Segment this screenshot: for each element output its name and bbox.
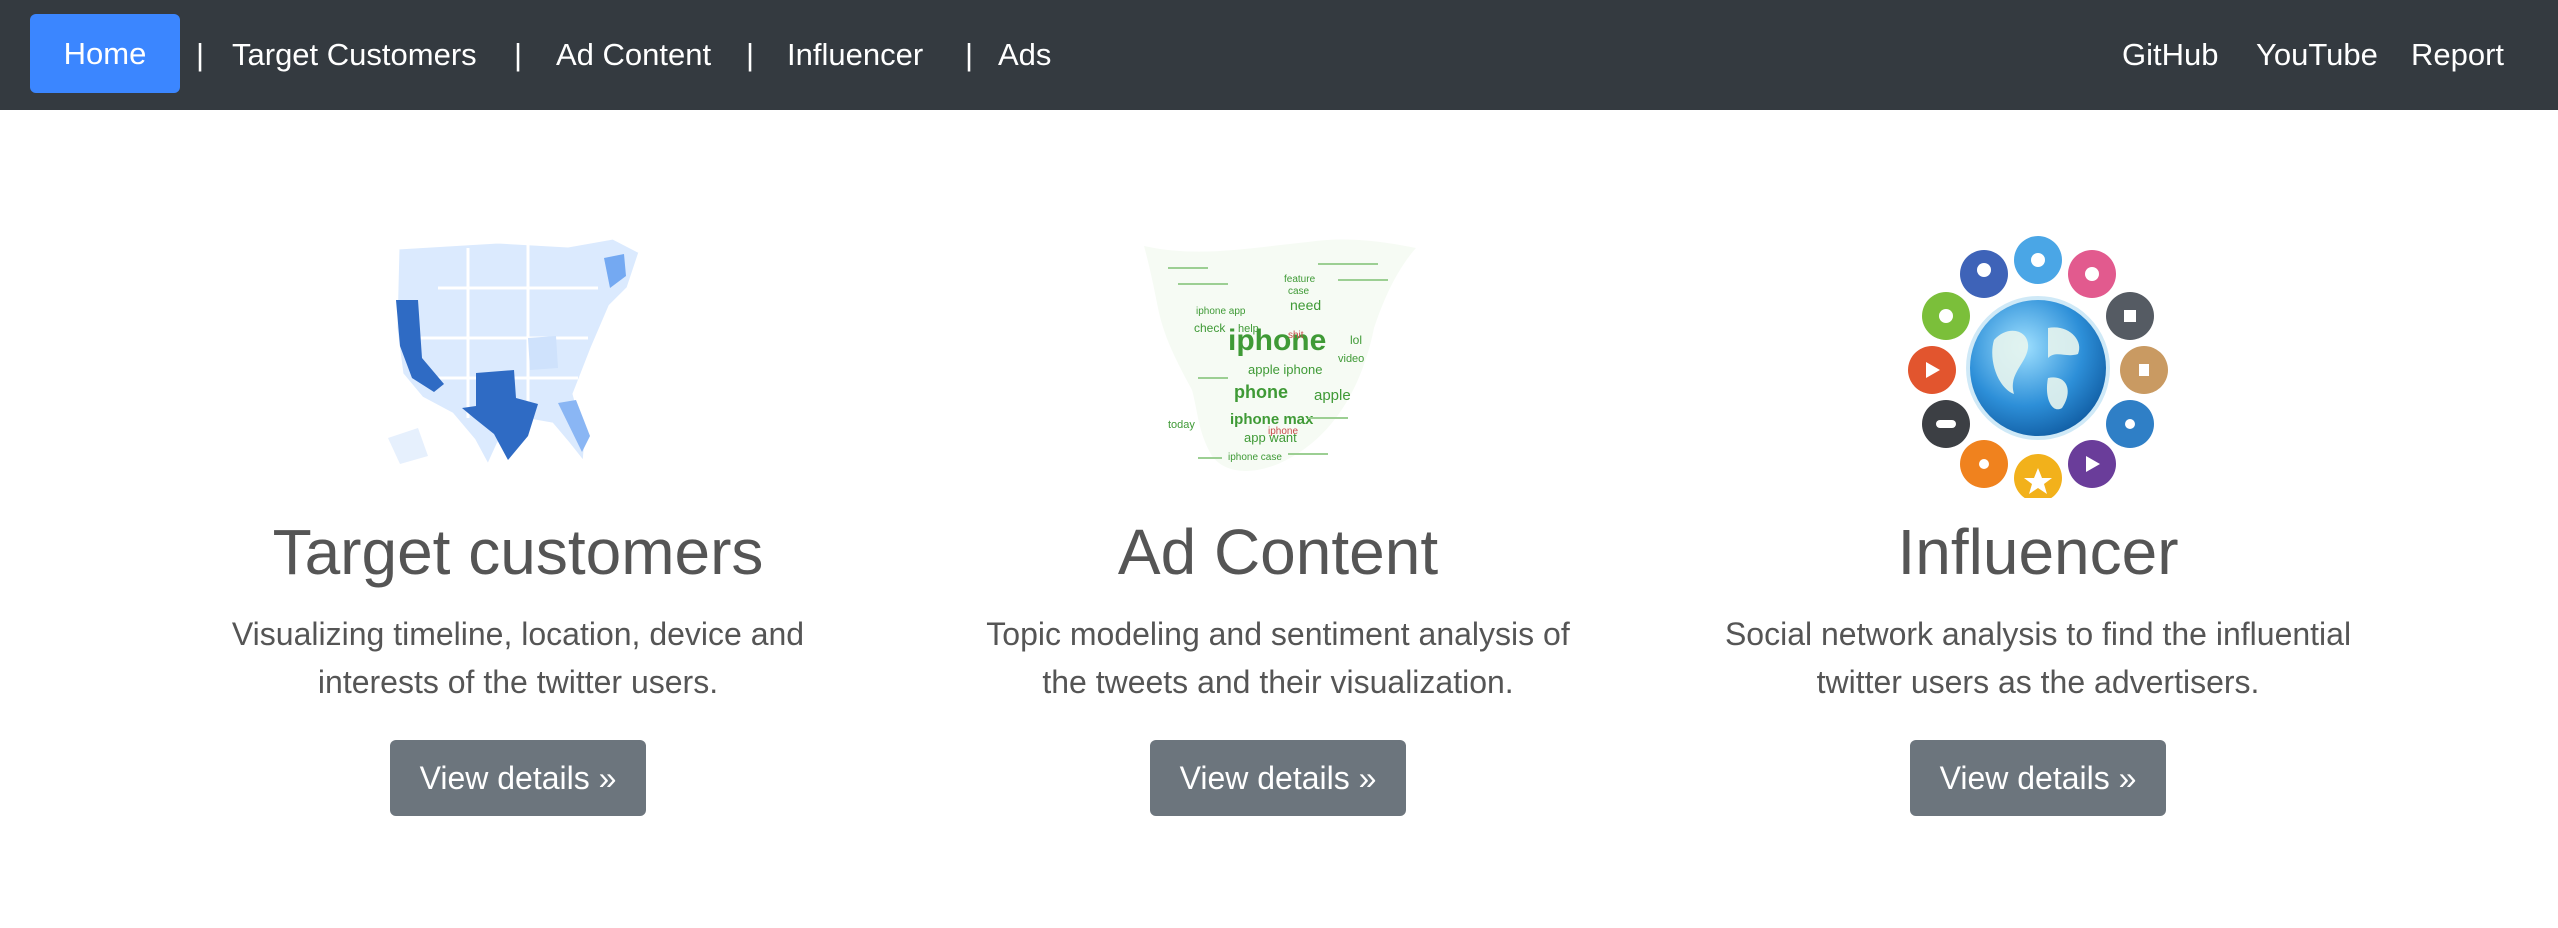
social-network-globe-image (1898, 228, 2178, 498)
word-cloud-word: lol (1350, 333, 1362, 347)
word-cloud-word: iphone app (1196, 306, 1246, 317)
word-cloud-word: check (1194, 321, 1226, 335)
desc-line: interests of the twitter users. (317, 664, 719, 700)
card-ad-content: iphone phone apple iphone iphone max nee… (908, 228, 1648, 816)
globe-graphic (1908, 236, 2168, 498)
card-heading: Ad Content (1117, 516, 1439, 588)
word-cloud-graphic: iphone phone apple iphone iphone max nee… (1144, 239, 1416, 471)
desc-line: Visualizing timeline, location, device a… (231, 616, 805, 652)
word-cloud-word: feature (1284, 274, 1316, 285)
word-cloud-word: iphone case (1228, 452, 1282, 463)
nav-ads[interactable]: Ads (998, 0, 1051, 110)
word-cloud-word: video (1338, 353, 1364, 365)
desc-line: the tweets and their visualization. (1042, 664, 1514, 700)
nav-ad-content[interactable]: Ad Content (556, 0, 711, 110)
card-influencer: Influencer Social network analysis to fi… (1668, 228, 2408, 816)
card-heading: Influencer (1897, 516, 2179, 588)
word-cloud-word: help (1238, 323, 1259, 335)
nav-separator: | (746, 37, 755, 72)
svg-text:iphone: iphone (1268, 426, 1298, 437)
nav-github-link[interactable]: GitHub (2122, 0, 2218, 110)
card-heading: Target customers (272, 516, 764, 588)
us-map-image (378, 228, 658, 498)
nav-youtube-link[interactable]: YouTube (2256, 0, 2378, 110)
twitter-bird-word-cloud-image: iphone phone apple iphone iphone max nee… (1138, 228, 1418, 498)
svg-text:shit: shit (1288, 330, 1304, 341)
word-cloud-word: apple (1314, 387, 1351, 404)
desc-line: twitter users as the advertisers. (1816, 664, 2260, 700)
desc-line: Topic modeling and sentiment analysis of (986, 616, 1570, 652)
card-description: Social network analysis to find the infl… (1668, 610, 2408, 706)
word-cloud-word: apple iphone (1248, 362, 1322, 377)
desc-line: Social network analysis to find the infl… (1724, 616, 2352, 652)
view-details-button[interactable]: View details » (1910, 740, 2166, 816)
nav-target-customers[interactable]: Target Customers (232, 0, 477, 110)
nav-home-button[interactable]: Home (30, 14, 180, 93)
word-cloud-word: need (1290, 297, 1321, 313)
globe-icon (1966, 296, 2110, 440)
nav-report-link[interactable]: Report (2411, 0, 2504, 110)
us-map-graphic (388, 236, 642, 470)
card-description: Visualizing timeline, location, device a… (148, 610, 888, 706)
card-description: Topic modeling and sentiment analysis of… (908, 610, 1648, 706)
view-details-button[interactable]: View details » (390, 740, 646, 816)
card-target-customers: Target customers Visualizing timeline, l… (148, 228, 888, 816)
nav-separator: | (965, 37, 974, 72)
nav-separator: | (514, 37, 523, 72)
word-cloud-word: case (1288, 286, 1310, 297)
word-cloud-word: phone (1234, 382, 1288, 402)
view-details-button[interactable]: View details » (1150, 740, 1406, 816)
word-cloud-word: today (1168, 419, 1195, 431)
nav-influencer[interactable]: Influencer (787, 0, 923, 110)
nav-separator: | (196, 37, 205, 72)
top-navbar: Home | Target Customers | Ad Content | I… (0, 0, 2558, 110)
